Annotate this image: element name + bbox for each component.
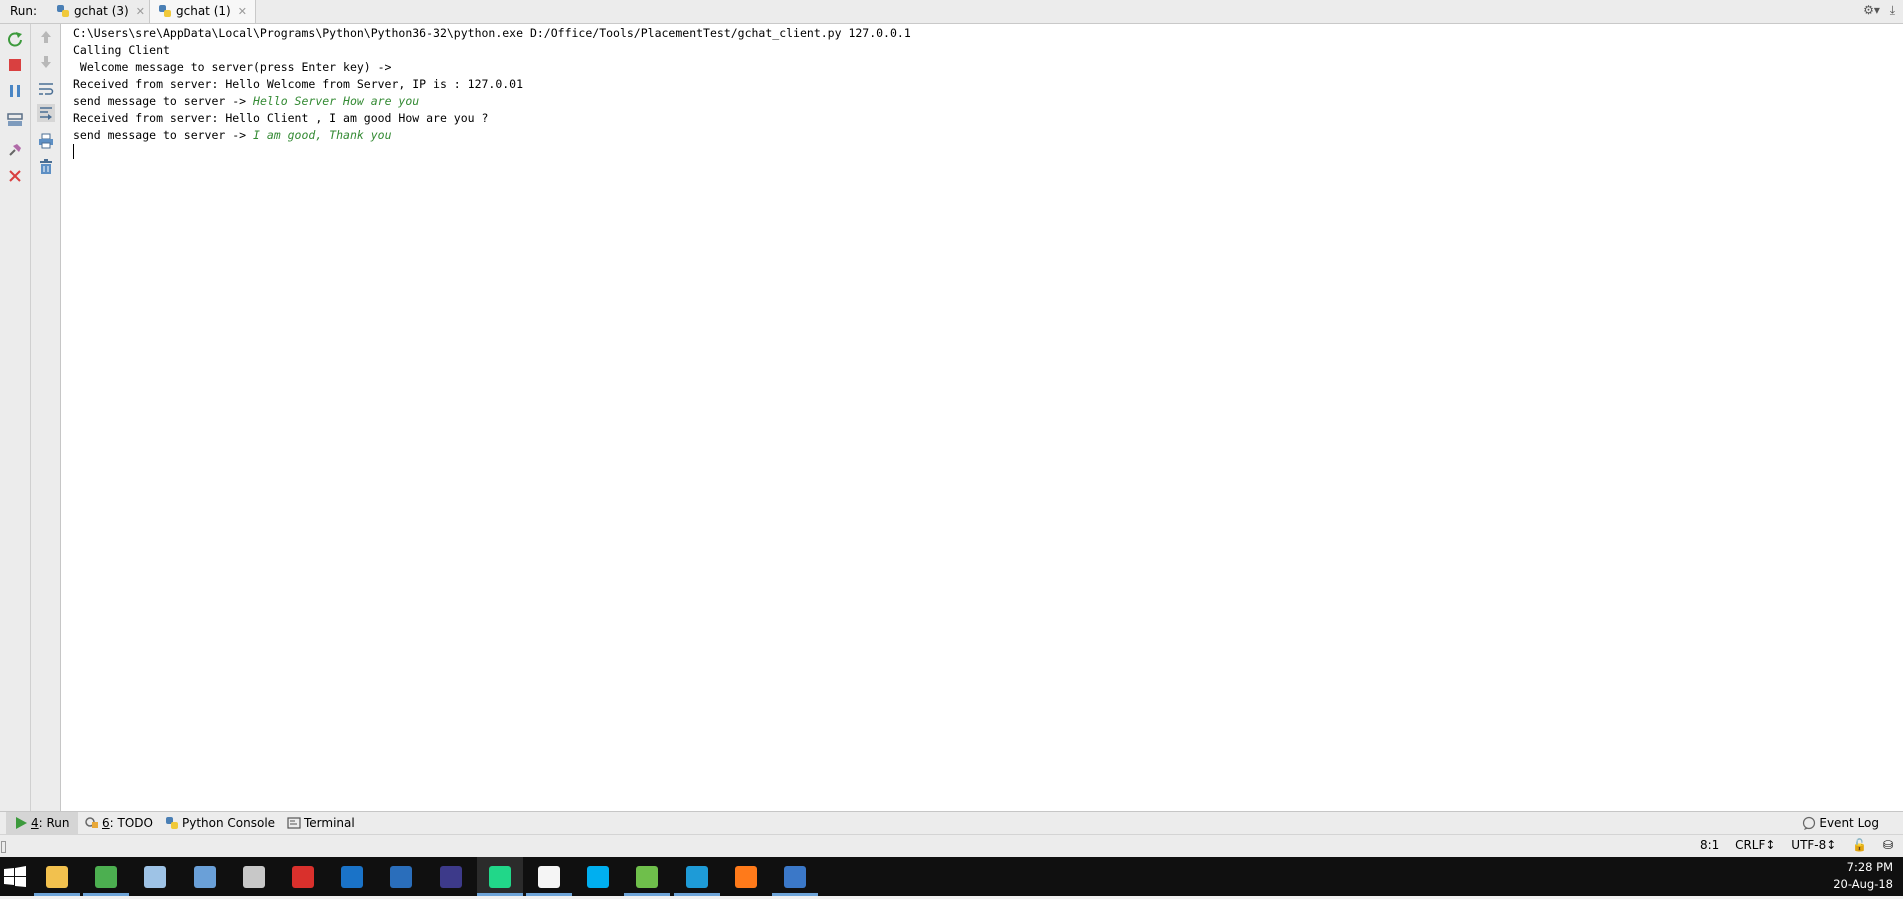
- tool-window-todo[interactable]: 6: TODO: [77, 812, 161, 834]
- taskbar-app-outlook[interactable]: [329, 857, 375, 896]
- taskbar-app-skype[interactable]: [575, 857, 621, 896]
- taskbar-app-acrobat[interactable]: [280, 857, 326, 896]
- taskbar-app-key-tool[interactable]: [231, 857, 277, 896]
- cursor-position[interactable]: 8:1: [1700, 838, 1719, 852]
- paint-icon: [144, 866, 166, 888]
- event-log-icon: [1802, 816, 1816, 830]
- console-line: Welcome message to server(press Enter ke…: [73, 60, 392, 74]
- clock-time: 7:28 PM: [1846, 860, 1893, 874]
- console-line: Calling Client: [73, 43, 170, 57]
- taskbar-app-pycharm[interactable]: [477, 857, 523, 896]
- console-line: Received from server: Hello Client , I a…: [73, 111, 489, 125]
- python-console-icon: [165, 816, 179, 830]
- downloader-icon: [686, 866, 708, 888]
- taskbar-app-eclipse[interactable]: [428, 857, 474, 896]
- line-separator[interactable]: CRLF↕: [1735, 838, 1775, 852]
- taskbar-app-remote-desktop[interactable]: [182, 857, 228, 896]
- print-icon[interactable]: [37, 132, 55, 150]
- tool-window-bar: 4: Run 6: TODO Python Console Terminal E…: [0, 811, 1903, 835]
- todo-icon: [85, 816, 99, 830]
- outlook-icon: [341, 866, 363, 888]
- firefox-icon: [735, 866, 757, 888]
- user-input-text: I am good, Thank you: [253, 128, 392, 142]
- windows-taskbar: 7:28 PM 20-Aug-18: [0, 857, 1903, 896]
- arrow-up-icon[interactable]: [37, 28, 55, 46]
- acrobat-icon: [292, 866, 314, 888]
- run-tab-bar: Run: gchat (3) ✕ gchat (1) ✕ ⚙▾ ⤓: [0, 0, 1903, 24]
- stop-icon[interactable]: [6, 56, 24, 74]
- memory-indicator-icon[interactable]: ⛁: [1883, 838, 1893, 852]
- run-panel-options: ⚙▾ ⤓: [1857, 3, 1895, 18]
- scroll-to-end-icon[interactable]: [37, 104, 55, 122]
- console-output[interactable]: C:\Users\sre\AppData\Local\Programs\Pyth…: [61, 24, 1903, 811]
- file-explorer-icon: [46, 866, 68, 888]
- hide-panel-icon[interactable]: ⤓: [1890, 3, 1895, 17]
- pause-icon[interactable]: [6, 82, 24, 100]
- taskbar-app-editor[interactable]: [624, 857, 670, 896]
- rerun-icon[interactable]: [6, 30, 24, 48]
- taskbar-app-paint[interactable]: [132, 857, 178, 896]
- run-toolbar-primary: [0, 24, 31, 811]
- taskbar-app-network[interactable]: [772, 857, 818, 896]
- key-tool-icon: [243, 866, 265, 888]
- python-file-icon: [158, 4, 172, 18]
- gear-icon[interactable]: ⚙▾: [1863, 3, 1880, 17]
- tool-window-python-console[interactable]: Python Console: [157, 812, 283, 834]
- system-tray-clock[interactable]: 7:28 PM 20-Aug-18: [1833, 859, 1893, 893]
- tool-window-terminal[interactable]: Terminal: [279, 812, 363, 834]
- lock-icon[interactable]: 🔓: [1852, 838, 1867, 852]
- status-bar: 8:1 CRLF↕ UTF-8↕ 🔓 ⛁: [0, 835, 1903, 857]
- pycharm-icon: [489, 866, 511, 888]
- sticky-notes-icon: [538, 866, 560, 888]
- editor-icon: [636, 866, 658, 888]
- pin-tab-icon[interactable]: [6, 141, 24, 159]
- user-input-text: Hello Server How are you: [253, 94, 420, 108]
- console-line: Received from server: Hello Welcome from…: [73, 77, 524, 91]
- terminal-icon: [287, 816, 301, 830]
- taskbar-app-file-explorer[interactable]: [34, 857, 80, 896]
- run-tab-label: gchat (3): [74, 4, 129, 18]
- clock-date: 20-Aug-18: [1833, 877, 1893, 891]
- file-encoding[interactable]: UTF-8↕: [1791, 838, 1836, 852]
- run-tab-gchat-1[interactable]: gchat (1) ✕: [149, 0, 256, 23]
- console-line: send message to server -> I am good, Tha…: [73, 128, 392, 142]
- run-tab-label: gchat (1): [176, 4, 231, 18]
- run-tab-gchat-3[interactable]: gchat (3) ✕: [48, 0, 153, 23]
- text-caret: [73, 144, 74, 159]
- r-icon: [390, 866, 412, 888]
- close-icon[interactable]: [6, 167, 24, 185]
- taskbar-app-sticky-notes[interactable]: [526, 857, 572, 896]
- trash-icon[interactable]: [37, 158, 55, 176]
- taskbar-app-chrome[interactable]: [83, 857, 129, 896]
- soft-wrap-icon[interactable]: [37, 80, 55, 98]
- arrow-down-icon[interactable]: [37, 53, 55, 71]
- skype-icon: [587, 866, 609, 888]
- tool-window-run[interactable]: 4: Run: [6, 812, 78, 834]
- tool-window-event-log[interactable]: Event Log: [1802, 816, 1879, 830]
- restore-layout-icon[interactable]: [6, 111, 24, 129]
- remote-desktop-icon: [194, 866, 216, 888]
- console-input-line[interactable]: [73, 144, 1903, 161]
- console-line: send message to server -> Hello Server H…: [73, 94, 420, 108]
- close-icon[interactable]: ✕: [136, 5, 145, 18]
- python-file-icon: [56, 4, 70, 18]
- taskbar-app-downloader[interactable]: [674, 857, 720, 896]
- status-toggle-icon[interactable]: [1, 841, 6, 853]
- run-label: Run:: [10, 4, 38, 18]
- eclipse-icon: [440, 866, 462, 888]
- run-icon: [14, 816, 28, 830]
- console-command-line: C:\Users\sre\AppData\Local\Programs\Pyth…: [73, 26, 911, 40]
- taskbar-app-firefox[interactable]: [723, 857, 769, 896]
- network-icon: [784, 866, 806, 888]
- chrome-icon: [95, 866, 117, 888]
- run-toolbar-secondary: [31, 24, 61, 811]
- taskbar-app-r[interactable]: [378, 857, 424, 896]
- close-icon[interactable]: ✕: [238, 5, 247, 18]
